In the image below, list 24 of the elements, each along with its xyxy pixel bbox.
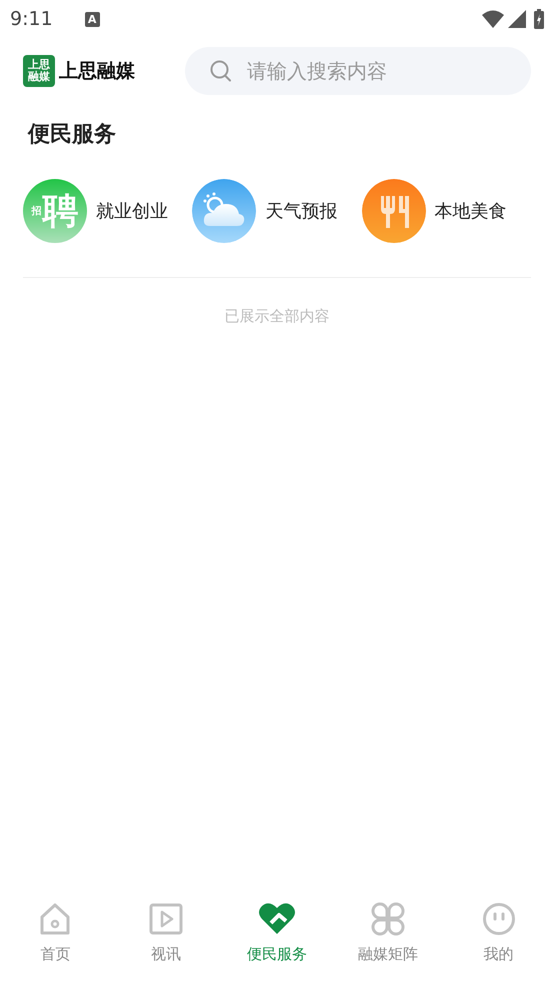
search-field[interactable]: 请输入搜索内容 bbox=[185, 47, 531, 95]
wifi-icon bbox=[482, 10, 504, 28]
tab[interactable]: 融媒矩阵 bbox=[332, 890, 444, 984]
battery-icon bbox=[534, 9, 544, 29]
app-name: 上思融媒 bbox=[59, 59, 135, 84]
cloud-sun-icon bbox=[192, 179, 256, 243]
service-item[interactable]: 本地美食 bbox=[362, 179, 531, 243]
logo-icon: 上思 融媒 bbox=[23, 55, 55, 87]
face-icon bbox=[482, 902, 516, 936]
heart-icon bbox=[258, 902, 296, 936]
home-icon bbox=[38, 902, 72, 936]
play-icon bbox=[149, 902, 184, 936]
section-title: 便民服务 bbox=[26, 121, 117, 149]
tab[interactable]: 视讯 bbox=[110, 890, 222, 984]
tab[interactable]: 我的 bbox=[443, 890, 554, 984]
clover-icon bbox=[370, 902, 405, 936]
status-time: 9:11 bbox=[10, 8, 53, 30]
signal-icon bbox=[508, 10, 526, 28]
notification-icon: A bbox=[84, 12, 100, 26]
tab[interactable]: 首页 bbox=[0, 890, 111, 984]
end-note: 已展示全部内容 bbox=[224, 307, 330, 326]
fork-spoon-icon bbox=[362, 179, 426, 243]
tab[interactable]: 便民服务 bbox=[222, 890, 332, 984]
service-item[interactable]: 天气预报 bbox=[192, 179, 362, 243]
